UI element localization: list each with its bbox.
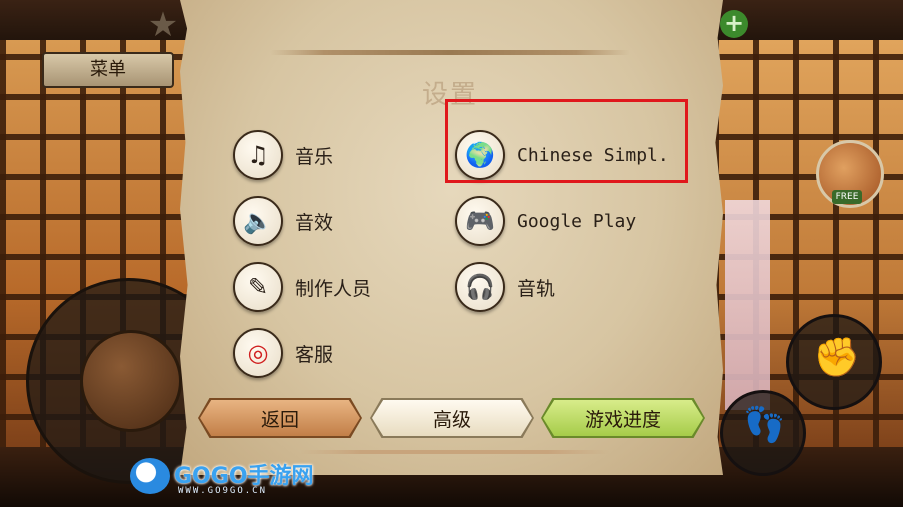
kick-button[interactable]: 👣 <box>720 390 806 476</box>
panel-divider-top <box>270 50 630 55</box>
watermark-url: WWW.GO9GO.CN <box>178 486 268 496</box>
joystick-knob[interactable] <box>80 330 182 432</box>
cherry-blossom-screen <box>725 200 770 410</box>
option-label: 制作人员 <box>295 277 372 300</box>
option-google-play[interactable]: 🎮 Google Play <box>455 196 636 246</box>
free-badge: FREE <box>832 190 862 204</box>
punch-button[interactable]: ✊ <box>786 314 882 410</box>
advanced-button[interactable]: 高级 <box>372 400 532 436</box>
option-soundtrack[interactable]: 🎧 音轨 <box>455 262 555 312</box>
game-progress-button[interactable]: 游戏进度 <box>543 400 703 436</box>
music-note-icon: ♫ <box>233 130 283 180</box>
option-label: 客服 <box>295 343 334 366</box>
option-label: 音乐 <box>295 145 334 168</box>
paintbrush-icon: ✎ <box>233 262 283 312</box>
back-button[interactable]: 返回 <box>200 400 360 436</box>
speaker-icon: 🔈 <box>233 196 283 246</box>
plus-icon[interactable]: + <box>720 10 748 38</box>
foot-icon: 👣 <box>743 405 786 445</box>
option-label: 音效 <box>295 211 334 234</box>
gamepad-icon: 🎮 <box>455 196 505 246</box>
panel-divider-bottom <box>300 450 610 454</box>
lifebuoy-icon: ◎ <box>233 328 283 378</box>
option-credits[interactable]: ✎ 制作人员 <box>233 262 371 312</box>
option-label: Google Play <box>517 210 637 232</box>
watermark-logo-icon <box>130 458 170 494</box>
option-label: 音轨 <box>517 277 556 300</box>
fist-icon: ✊ <box>813 335 861 379</box>
menu-button[interactable]: 菜单 <box>42 52 174 88</box>
option-music[interactable]: ♫ 音乐 <box>233 130 333 180</box>
star-icon[interactable]: ★ <box>146 8 180 42</box>
option-support[interactable]: ◎ 客服 <box>233 328 333 378</box>
headphones-icon: 🎧 <box>455 262 505 312</box>
option-sound-effects[interactable]: 🔈 音效 <box>233 196 333 246</box>
highlight-box <box>445 99 688 183</box>
